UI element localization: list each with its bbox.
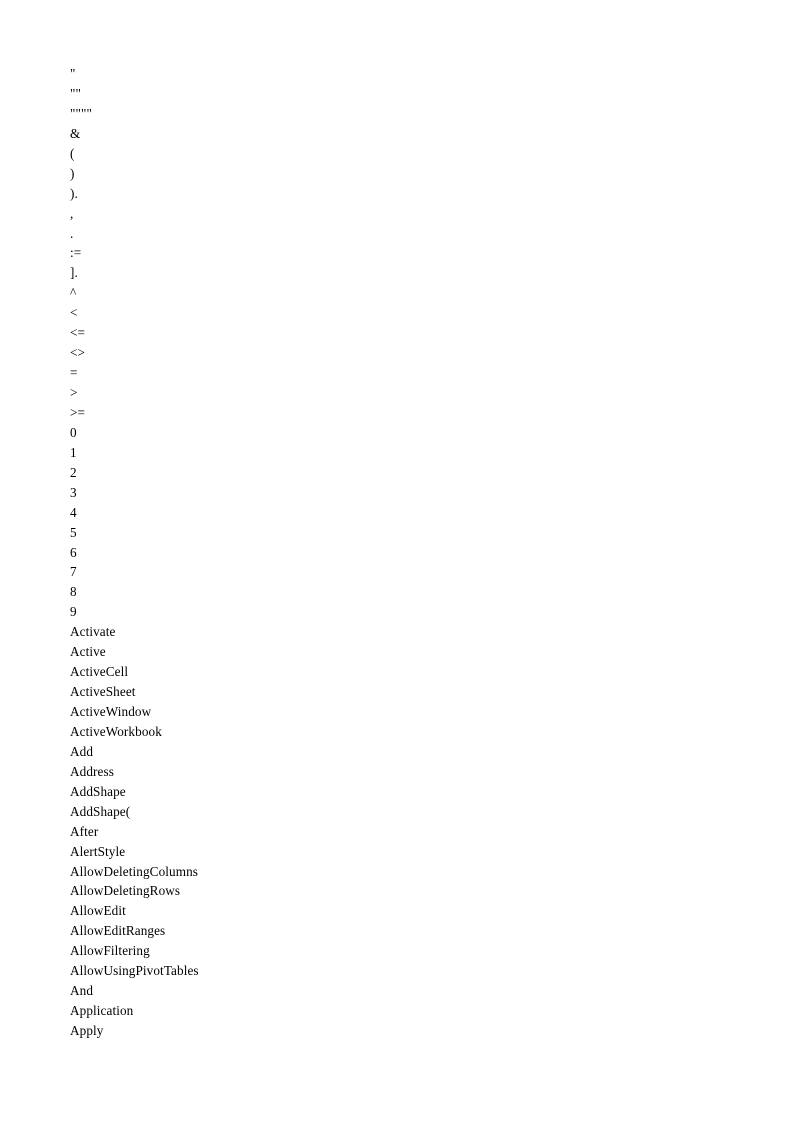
token-line: ActiveCell — [70, 664, 129, 680]
token-line: ). — [70, 185, 78, 201]
token-line: ActiveWindow — [70, 704, 152, 719]
token-line: Apply — [70, 1023, 104, 1038]
token-line: 1 — [70, 444, 77, 460]
token-line: 2 — [70, 464, 77, 480]
token-line: 3 — [70, 484, 77, 500]
token-line: ( — [70, 145, 75, 161]
token-line: Address — [70, 763, 114, 779]
token-line: 0 — [70, 424, 77, 440]
token-line: ]. — [70, 265, 78, 281]
document-page: " "" """" &()).,.:=]. ^ < <= <> = > >= 0 1 2 3 4 5 6 7 8 9 Ac… — [0, 0, 793, 1122]
token-line: ^ — [70, 285, 77, 301]
token-line: AllowUsingPivotTables — [70, 963, 199, 979]
token-line: AllowDeletingColumns — [70, 863, 199, 879]
token-list: " "" """" &()).,.:=]. ^ < <= <> = > >= 0 1 2 3 4 5 6 7 8 9 Ac… — [70, 64, 710, 1041]
token-line: AllowDeletingRows — [70, 883, 181, 899]
token-line: ActiveWorkbook — [70, 723, 162, 739]
token-line: Activate — [70, 624, 116, 640]
token-line: AllowEdit — [70, 903, 126, 919]
token-line: <> — [70, 345, 86, 361]
token-line: . — [70, 225, 74, 241]
token-line: >= — [70, 404, 86, 420]
token-line: Active — [70, 644, 106, 660]
token-line: 8 — [70, 584, 77, 600]
token-line: 9 — [70, 604, 77, 620]
token-line: AddShape — [70, 783, 126, 799]
token-line: & — [70, 125, 81, 141]
token-line: < — [70, 305, 78, 321]
token-line: AllowEditRanges — [70, 923, 166, 939]
token-line: = — [70, 365, 78, 381]
token-line: ) — [70, 165, 75, 181]
token-line: After — [70, 823, 99, 839]
token-line: > — [70, 385, 78, 400]
token-line: AllowFiltering — [70, 943, 150, 959]
token-line: 4 — [70, 504, 77, 520]
token-line: 6 — [70, 544, 77, 560]
token-line: " — [70, 66, 76, 81]
token-line: """" — [70, 105, 92, 121]
token-line: ActiveSheet — [70, 684, 136, 700]
token-line: , — [70, 205, 74, 221]
token-line: And — [70, 983, 94, 999]
token-line: := — [70, 245, 82, 261]
token-line: Add — [70, 743, 94, 759]
token-line: "" — [70, 85, 81, 101]
token-line: AlertStyle — [70, 843, 126, 859]
token-line: 7 — [70, 564, 77, 580]
token-line: 5 — [70, 524, 77, 540]
token-line: Application — [70, 1003, 134, 1019]
token-line: AddShape( — [70, 803, 131, 819]
token-line: <= — [70, 325, 86, 341]
